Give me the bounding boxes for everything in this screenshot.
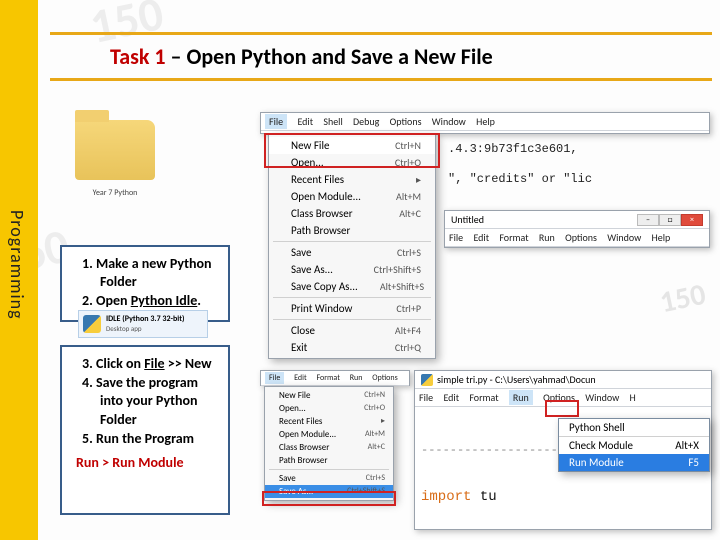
menu-debug[interactable]: Debug <box>353 115 379 128</box>
folder-caption: Year 7 Python <box>55 188 175 198</box>
step-2: Open Python Idle. <box>82 292 218 310</box>
python-icon <box>83 315 101 333</box>
idle-app-name: IDLE (Python 3.7 32-bit) <box>106 314 185 324</box>
menu-edit[interactable]: Edit <box>443 391 459 404</box>
menu-help[interactable]: Help <box>476 115 495 128</box>
menu-window[interactable]: Window <box>432 115 466 128</box>
menu-edit[interactable]: Edit <box>297 115 313 128</box>
menu-edit[interactable]: Edit <box>294 373 307 383</box>
code-line: import tu <box>421 489 712 505</box>
file-dropdown-small: New FileCtrl+N Open...Ctrl+O Recent File… <box>264 386 394 501</box>
menu-item-recent-files[interactable]: Recent Files▸ <box>269 171 435 188</box>
run-hint: Run > Run Module <box>76 454 218 472</box>
menu-file[interactable]: File <box>419 391 433 404</box>
menu-shell[interactable]: Shell <box>323 115 342 128</box>
menu-window[interactable]: Window <box>585 391 619 404</box>
idle-app-sub: Desktop app <box>106 324 142 333</box>
menu-run[interactable]: Run <box>350 373 363 383</box>
menu-file[interactable]: File <box>449 231 463 244</box>
menu-format[interactable]: Format <box>499 231 528 244</box>
idle-app-tile[interactable]: IDLE (Python 3.7 32-bit) Desktop app <box>78 310 208 338</box>
section-label: Programming <box>6 210 28 320</box>
shell-output-line-1: .4.3:9b73f1c3e601, <box>448 142 578 156</box>
task-number: Task 1 <box>110 43 166 70</box>
menu-options[interactable]: Options <box>390 115 422 128</box>
menu-item-save-as[interactable]: Save As...Ctrl+Shift+S <box>269 261 435 278</box>
menu-item-open[interactable]: Open...Ctrl+O <box>265 402 393 415</box>
menu-item-run-module[interactable]: Run ModuleF5 <box>559 454 709 471</box>
slide-title: Task 1 – Open Python and Save a New File <box>50 32 712 81</box>
menu-options[interactable]: Options <box>372 373 397 383</box>
shell-window-menubar: File Edit Shell Debug Options Window Hel… <box>260 112 710 134</box>
step-4: Save the program into your Python Folder <box>82 374 218 429</box>
step-3: Click on File >> New <box>82 355 218 373</box>
watermark: 150 <box>657 276 709 322</box>
menu-item-save-as[interactable]: Save As...Ctrl+Shift+S <box>265 485 393 498</box>
task-title-text: – Open Python and Save a New File <box>166 43 493 70</box>
menu-options[interactable]: Options <box>565 231 597 244</box>
menu-item-python-shell[interactable]: Python Shell <box>559 419 709 436</box>
shell-output-line-2: ", "credits" or "lic <box>448 172 592 186</box>
menu-options[interactable]: Options <box>543 391 575 404</box>
folder-illustration: Year 7 Python <box>55 110 175 240</box>
menu-edit[interactable]: Edit <box>473 231 489 244</box>
menu-run[interactable]: Run <box>539 231 555 244</box>
menu-format[interactable]: Format <box>469 391 498 404</box>
menu-item-exit[interactable]: ExitCtrl+Q <box>269 339 435 356</box>
maximize-button[interactable]: □ <box>659 214 681 226</box>
menu-item-check-module[interactable]: Check ModuleAlt+X <box>559 437 709 454</box>
untitled-editor-window: Untitled – □ × File Edit Format Run Opti… <box>444 210 710 248</box>
menu-item-path-browser[interactable]: Path Browser <box>265 454 393 467</box>
menu-item-open-module[interactable]: Open Module...Alt+M <box>265 428 393 441</box>
menu-item-new-file[interactable]: New FileCtrl+N <box>265 389 393 402</box>
close-button[interactable]: × <box>681 214 703 226</box>
menu-item-close[interactable]: CloseAlt+F4 <box>269 322 435 339</box>
minimize-button[interactable]: – <box>637 214 659 226</box>
step-1: Make a new Python Folder <box>82 255 218 291</box>
menu-file[interactable]: File <box>265 372 284 384</box>
instruction-box-2: Click on File >> New Save the program in… <box>60 345 230 515</box>
menu-item-new-file[interactable]: New FileCtrl+N <box>269 137 435 154</box>
menu-item-path-browser[interactable]: Path Browser <box>269 222 435 239</box>
menu-item-print[interactable]: Print WindowCtrl+P <box>269 300 435 317</box>
editor-window-small-menubar: File Edit Format Run Options <box>260 370 410 386</box>
folder-icon <box>75 120 155 180</box>
menu-item-save-copy-as[interactable]: Save Copy As...Alt+Shift+S <box>269 278 435 295</box>
menu-item-recent-files[interactable]: Recent Files▸ <box>265 415 393 428</box>
window-title: Untitled <box>451 213 484 226</box>
menu-help[interactable]: H <box>630 391 636 404</box>
menu-item-class-browser[interactable]: Class BrowserAlt+C <box>269 205 435 222</box>
menu-help[interactable]: Help <box>652 231 671 244</box>
menu-item-open[interactable]: Open...Ctrl+O <box>269 154 435 171</box>
step-5: Run the Program <box>82 430 218 448</box>
menu-format[interactable]: Format <box>316 373 339 383</box>
menu-run[interactable]: Run <box>509 390 533 405</box>
menu-item-open-module[interactable]: Open Module...Alt+M <box>269 188 435 205</box>
window-title: simple tri.py - C:\Users\yahmad\Docun <box>437 373 596 386</box>
menu-file[interactable]: File <box>265 114 287 129</box>
run-dropdown-menu: Python Shell Check ModuleAlt+X Run Modul… <box>558 418 710 472</box>
menu-item-class-browser[interactable]: Class BrowserAlt+C <box>265 441 393 454</box>
file-dropdown-menu: New FileCtrl+N Open...Ctrl+O Recent File… <box>268 134 436 359</box>
menu-window[interactable]: Window <box>607 231 641 244</box>
menu-item-save[interactable]: SaveCtrl+S <box>269 244 435 261</box>
menu-item-save[interactable]: SaveCtrl+S <box>265 472 393 485</box>
python-icon <box>421 374 433 386</box>
